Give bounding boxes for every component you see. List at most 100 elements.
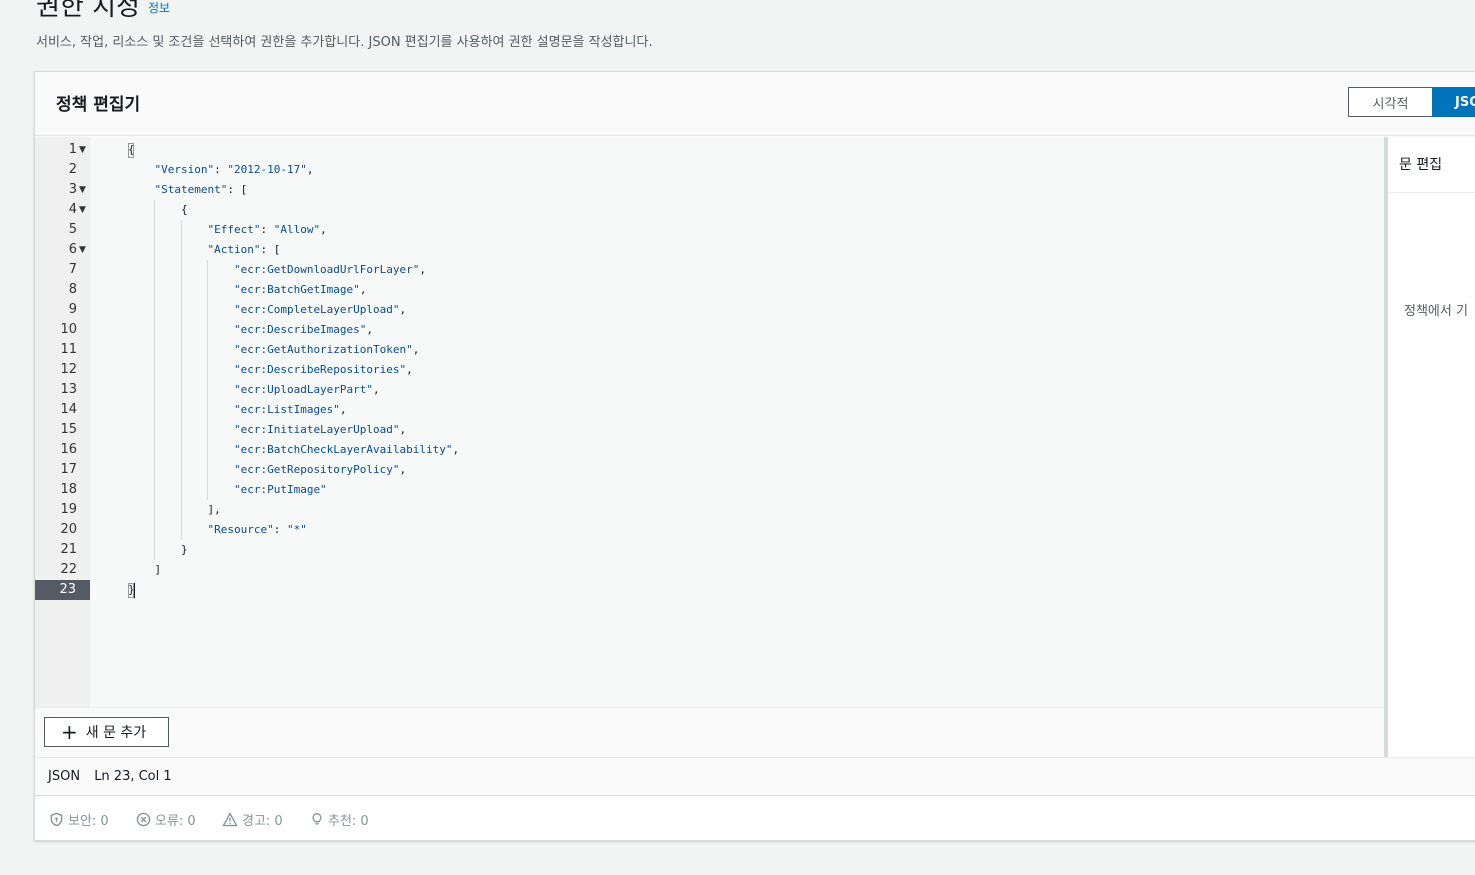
line-number: 4 (68, 202, 77, 217)
code-text: "ecr:GetDownloadUrlForLayer", (233, 263, 427, 276)
line-number: 6 (68, 242, 77, 257)
line-number: 10 (60, 322, 77, 337)
line-number: 8 (68, 282, 77, 297)
status-mode: JSON (48, 769, 81, 784)
code-text: "ecr:GetRepositoryPolicy", (233, 463, 407, 476)
code-line[interactable]: 19 ], (35, 500, 1384, 520)
code-line[interactable]: 6 ▼ "Action": [ (35, 240, 1384, 260)
line-number: 7 (68, 262, 77, 277)
finding-suggestions-label: 추천: 0 (328, 814, 369, 829)
code-line[interactable]: 5 "Effect": "Allow", (35, 220, 1384, 240)
code-line[interactable]: 22 ] (35, 560, 1384, 580)
code-line[interactable]: 12 "ecr:DescribeRepositories", (35, 360, 1384, 380)
finding-security-label: 보안: 0 (68, 814, 109, 829)
add-statement-button[interactable]: + 새 문 추가 (44, 717, 169, 747)
code-text: "ecr:UploadLayerPart", (233, 383, 380, 396)
code-text: { (128, 203, 188, 216)
finding-suggestions[interactable]: 추천: 0 (310, 810, 369, 829)
code-line[interactable]: 18 "ecr:PutImage" (35, 480, 1384, 500)
code-editor[interactable]: 1 ▼{2 "Version": "2012-10-17", 3 ▼ "Stateme… (35, 137, 1384, 707)
code-line[interactable]: 23} (35, 580, 1384, 600)
code-line[interactable]: 10 "ecr:DescribeImages", (35, 320, 1384, 340)
mode-json-button[interactable]: JSON (1432, 87, 1475, 117)
code-text: ] (128, 563, 162, 576)
add-statement-label: 새 문 추가 (85, 725, 147, 741)
edit-statement-title: 문 편집 (1399, 157, 1443, 173)
fold-arrow-icon[interactable]: ▼ (79, 240, 86, 260)
finding-warnings[interactable]: 경고: 0 (222, 810, 283, 829)
code-line[interactable]: 16 "ecr:BatchCheckLayerAvailability", (35, 440, 1384, 460)
error-icon (136, 812, 151, 827)
code-text: "ecr:InitiateLayerUpload", (233, 423, 407, 436)
code-line[interactable]: 13 "ecr:UploadLayerPart", (35, 380, 1384, 400)
header-divider (35, 135, 1475, 136)
status-cursor: Ln 23, Col 1 (94, 769, 172, 784)
page-subtitle: 서비스, 작업, 리소스 및 조건을 선택하여 권한을 추가합니다. JSON … (36, 35, 653, 50)
line-number: 22 (60, 562, 77, 577)
policy-editor-panel: 정책 편집기 시각적 JSON 1▼{2 "Version": "2012-10… (34, 71, 1475, 841)
editor-footer: + 새 문 추가 (35, 707, 1384, 758)
mode-visual-button[interactable]: 시각적 (1348, 87, 1433, 117)
editor-status-bar: JSON Ln 23, Col 1 (35, 757, 1475, 796)
code-line[interactable]: 4 ▼ { (35, 200, 1384, 220)
code-text: "ecr:BatchGetImage", (233, 283, 367, 296)
line-number: 21 (60, 542, 77, 557)
shield-icon (50, 812, 63, 827)
code-line[interactable]: 3 ▼ "Statement": [ (35, 180, 1384, 200)
line-number: 2 (68, 162, 77, 177)
plus-icon: + (61, 720, 78, 744)
line-number: 19 (60, 502, 77, 517)
policy-editor-title: 정책 편집기 (56, 95, 141, 115)
code-text: "Action": [ (207, 243, 281, 256)
fold-arrow-icon[interactable]: ▼ (79, 200, 86, 220)
side-divider (1388, 192, 1475, 193)
code-text: "ecr:DescribeRepositories", (233, 363, 413, 376)
finding-errors-label: 오류: 0 (155, 814, 196, 829)
finding-security[interactable]: 보안: 0 (49, 810, 109, 829)
line-number: 14 (60, 402, 77, 417)
code-text: "ecr:CompleteLayerUpload", (233, 303, 407, 316)
code-text: "ecr:DescribeImages", (233, 323, 374, 336)
code-line[interactable]: 17 "ecr:GetRepositoryPolicy", (35, 460, 1384, 480)
finding-errors[interactable]: 오류: 0 (136, 810, 196, 829)
finding-warnings-label: 경고: 0 (242, 814, 283, 829)
code-text: "Resource": "*" (207, 523, 307, 536)
code-text: "ecr:ListImages", (233, 403, 347, 416)
code-text: "Version": "2012-10-17", (154, 163, 314, 176)
bracket-match-highlight (128, 143, 134, 158)
code-line[interactable]: 11 "ecr:GetAuthorizationToken", (35, 340, 1384, 360)
line-number: 12 (60, 362, 77, 377)
code-line[interactable]: 21 } (35, 540, 1384, 560)
info-link[interactable]: 정보 (148, 1, 170, 15)
lightbulb-icon (312, 813, 322, 825)
line-number: 23 (35, 580, 90, 600)
code-line[interactable]: 20 "Resource": "*" (35, 520, 1384, 540)
code-line[interactable]: 1 ▼{ (35, 140, 1384, 160)
code-line[interactable]: 7 "ecr:GetDownloadUrlForLayer", (35, 260, 1384, 280)
fold-arrow-icon[interactable]: ▼ (79, 140, 86, 160)
fold-arrow-icon[interactable]: ▼ (79, 180, 86, 200)
page-title: 권한 지정 정보 (36, 0, 170, 23)
code-line[interactable]: 9 "ecr:CompleteLayerUpload", (35, 300, 1384, 320)
code-text: ], (128, 503, 221, 516)
line-number: 20 (60, 522, 77, 537)
line-number: 15 (60, 422, 77, 437)
code-line[interactable]: 2 "Version": "2012-10-17", (35, 160, 1384, 180)
warning-icon (222, 812, 238, 827)
line-number: 11 (60, 342, 77, 357)
page-title-text: 권한 지정 (36, 0, 140, 22)
line-number: 1 (68, 142, 77, 157)
edit-statement-text: 정책에서 기 (1404, 304, 1468, 319)
findings-bar: 보안: 0 오류: 0 경고: 0 추천: 0 (35, 797, 1475, 840)
line-number: 13 (60, 382, 77, 397)
code-line[interactable]: 15 "ecr:InitiateLayerUpload", (35, 420, 1384, 440)
line-number: 3 (68, 182, 77, 197)
code-line[interactable]: 14 "ecr:ListImages", (35, 400, 1384, 420)
edit-statement-panel: 문 편집 정책에서 기 (1388, 137, 1475, 757)
code-text: "ecr:BatchCheckLayerAvailability", (233, 443, 460, 456)
code-text: "Effect": "Allow", (207, 223, 327, 236)
line-number: 9 (68, 302, 77, 317)
code-line[interactable]: 8 "ecr:BatchGetImage", (35, 280, 1384, 300)
line-number: 17 (60, 462, 77, 477)
code-text: "Statement": [ (154, 183, 248, 196)
